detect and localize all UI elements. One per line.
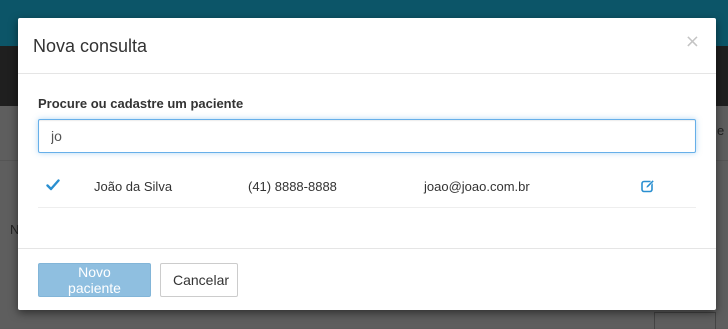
app-button-fragment	[654, 312, 716, 329]
search-label: Procure ou cadastre um paciente	[38, 96, 244, 111]
new-patient-button[interactable]: Novo paciente	[38, 263, 151, 297]
modal-header: Nova consulta ×	[18, 18, 716, 74]
cancel-button[interactable]: Cancelar	[160, 263, 238, 297]
patient-name: João da Silva	[94, 179, 173, 194]
modal-footer: Novo paciente Cancelar	[18, 248, 716, 310]
patient-search-input[interactable]	[38, 119, 696, 153]
patient-phone: (41) 8888-8888	[248, 179, 337, 194]
check-icon	[46, 179, 60, 191]
new-appointment-modal: Nova consulta × Procure ou cadastre um p…	[18, 18, 716, 310]
app-text-fragment: e	[717, 123, 725, 138]
patient-result-row[interactable]: João da Silva (41) 8888-8888 joao@joao.c…	[38, 167, 696, 208]
modal-title: Nova consulta	[33, 36, 148, 56]
patient-email: joao@joao.com.br	[424, 179, 530, 194]
close-button[interactable]: ×	[685, 33, 700, 51]
close-icon[interactable]: ×	[685, 31, 700, 52]
edit-icon[interactable]	[641, 179, 655, 193]
